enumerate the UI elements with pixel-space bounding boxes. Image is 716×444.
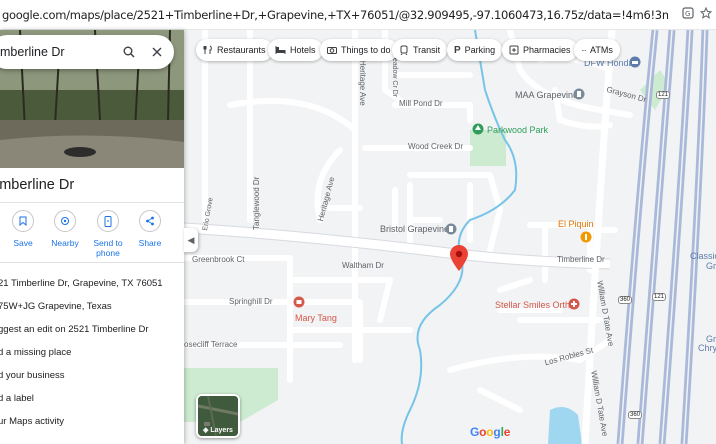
suggest-edit-row[interactable]: ggest an edit on 2521 Timberline Dr <box>0 324 149 335</box>
divider <box>0 202 184 203</box>
poi-parkwood-label: Parkwood Park <box>487 125 549 135</box>
close-icon[interactable] <box>146 41 168 63</box>
divider <box>0 262 184 263</box>
street-label-mill-pond: Mill Pond Dr <box>399 99 443 108</box>
bookmark-icon <box>12 210 34 232</box>
car-dealer-icon <box>629 56 641 68</box>
layers-button[interactable]: ◈ Layers <box>196 394 240 438</box>
place-title: imberline Dr <box>0 177 75 193</box>
highway-shield-121-top: 121 <box>656 91 671 99</box>
share-icon <box>139 210 161 232</box>
medical-icon <box>568 298 580 310</box>
send-to-phone-icon <box>97 210 119 232</box>
chip-pharmacies-label: Pharmacies <box>523 45 571 55</box>
place-side-panel: mberline Dr imberline Dr Save Nearby Sen… <box>0 30 184 444</box>
translate-icon[interactable]: G <box>682 7 694 22</box>
address-bar[interactable]: google.com/maps/place/2521+Timberline+Dr… <box>0 0 716 30</box>
share-label: Share <box>138 238 162 248</box>
chip-transit[interactable]: Transit <box>392 39 448 61</box>
save-label: Save <box>13 238 33 248</box>
layers-label: ◈ Layers <box>203 427 233 434</box>
poi-classic-label-2: Gr <box>706 261 716 271</box>
chip-parking[interactable]: P Parking <box>447 39 503 61</box>
street-label-timberline: Timberline Dr <box>557 255 605 264</box>
chip-things-to-do-label: Things to do <box>341 45 391 55</box>
apartment-icon <box>445 223 457 235</box>
svg-text:G: G <box>685 10 690 18</box>
pharmacy-icon <box>509 45 519 55</box>
nearby-icon <box>54 210 76 232</box>
url-bar-icons: G <box>682 6 713 22</box>
poi-chrysler-label-2: Chry <box>698 343 716 353</box>
send-to-phone-button[interactable]: Send to phone <box>85 210 131 258</box>
plus-code-row[interactable]: 75W+JG Grapevine, Texas <box>0 301 112 312</box>
poi-el-piquin-label: El Piquin <box>558 219 594 229</box>
chip-atms-label: ATMs <box>590 45 613 55</box>
maps-activity-row[interactable]: ur Maps activity <box>0 416 64 427</box>
street-label-greenbrook: Greenbrook Ct <box>192 255 245 264</box>
bookmark-star-icon[interactable] <box>699 6 713 22</box>
street-label-rosecliff: osecliff Terrace <box>184 340 238 349</box>
street-label-waltham: Waltham Dr <box>342 261 384 270</box>
street-label-springhill: Springhill Dr <box>229 297 273 306</box>
bed-icon <box>275 45 286 55</box>
chevron-left-icon: ◀ <box>187 234 195 245</box>
chip-restaurants[interactable]: Restaurants <box>196 39 273 61</box>
chip-atms[interactable]: ··· ATMs <box>574 39 620 61</box>
park-icon <box>472 123 484 135</box>
search-box[interactable]: mberline Dr <box>0 35 174 69</box>
chip-things-to-do[interactable]: Things to do <box>320 39 398 61</box>
google-logo: Google <box>470 425 511 439</box>
chip-hotels[interactable]: Hotels <box>268 39 323 61</box>
url-text[interactable]: google.com/maps/place/2521+Timberline+Dr… <box>2 8 668 22</box>
poi-maa-label: MAA Grapevine <box>515 90 579 100</box>
address-row[interactable]: 21 Timberline Dr, Grapevine, TX 76051 <box>0 278 163 289</box>
add-missing-place-row[interactable]: d a missing place <box>0 347 71 358</box>
apartment-icon <box>573 88 585 100</box>
camera-icon <box>327 45 337 55</box>
shopping-icon <box>293 296 305 308</box>
chip-hotels-label: Hotels <box>290 45 316 55</box>
parking-icon: P <box>454 44 461 56</box>
nearby-button[interactable]: Nearby <box>42 210 88 248</box>
collapse-panel-button[interactable]: ◀ <box>184 228 198 252</box>
add-label-row[interactable]: d a label <box>0 393 34 404</box>
highway-shield-360: 360 <box>618 296 633 304</box>
chip-transit-label: Transit <box>413 45 441 55</box>
place-actions: Save Nearby Send to phone Share <box>0 210 184 260</box>
poi-classic-label: Classic <box>690 251 716 261</box>
chip-parking-label: Parking <box>464 45 496 55</box>
street-label-heritage-ave-top: Heritage Ave <box>358 60 367 106</box>
highway-shield-121: 121 <box>652 293 667 301</box>
nearby-label: Nearby <box>51 238 79 248</box>
restaurant-icon <box>580 231 592 243</box>
layers-icon: ◈ <box>203 427 209 434</box>
poi-bristol-label: Bristol Grapevine <box>380 224 450 234</box>
save-button[interactable]: Save <box>0 210 46 248</box>
street-label-wood-creek: Wood Creek Dr <box>408 142 463 151</box>
send-to-phone-label: Send to phone <box>93 238 123 258</box>
atm-icon: ··· <box>581 45 587 55</box>
highway-shield-360-lower: 360 <box>628 411 643 419</box>
search-icon[interactable] <box>118 41 140 63</box>
train-icon <box>399 45 409 55</box>
chip-pharmacies[interactable]: Pharmacies <box>502 39 578 61</box>
add-business-row[interactable]: d your business <box>0 370 65 381</box>
poi-mary-tang-label: Mary Tang <box>295 313 337 323</box>
share-button[interactable]: Share <box>127 210 173 248</box>
fork-knife-icon <box>203 45 213 55</box>
search-input[interactable]: mberline Dr <box>0 45 118 59</box>
street-label-tanglewood: Tanglewood Dr <box>252 176 261 230</box>
poi-stellar-label: Stellar Smiles Ortho <box>495 300 576 310</box>
location-pin-icon[interactable] <box>450 245 468 271</box>
chip-restaurants-label: Restaurants <box>217 45 266 55</box>
